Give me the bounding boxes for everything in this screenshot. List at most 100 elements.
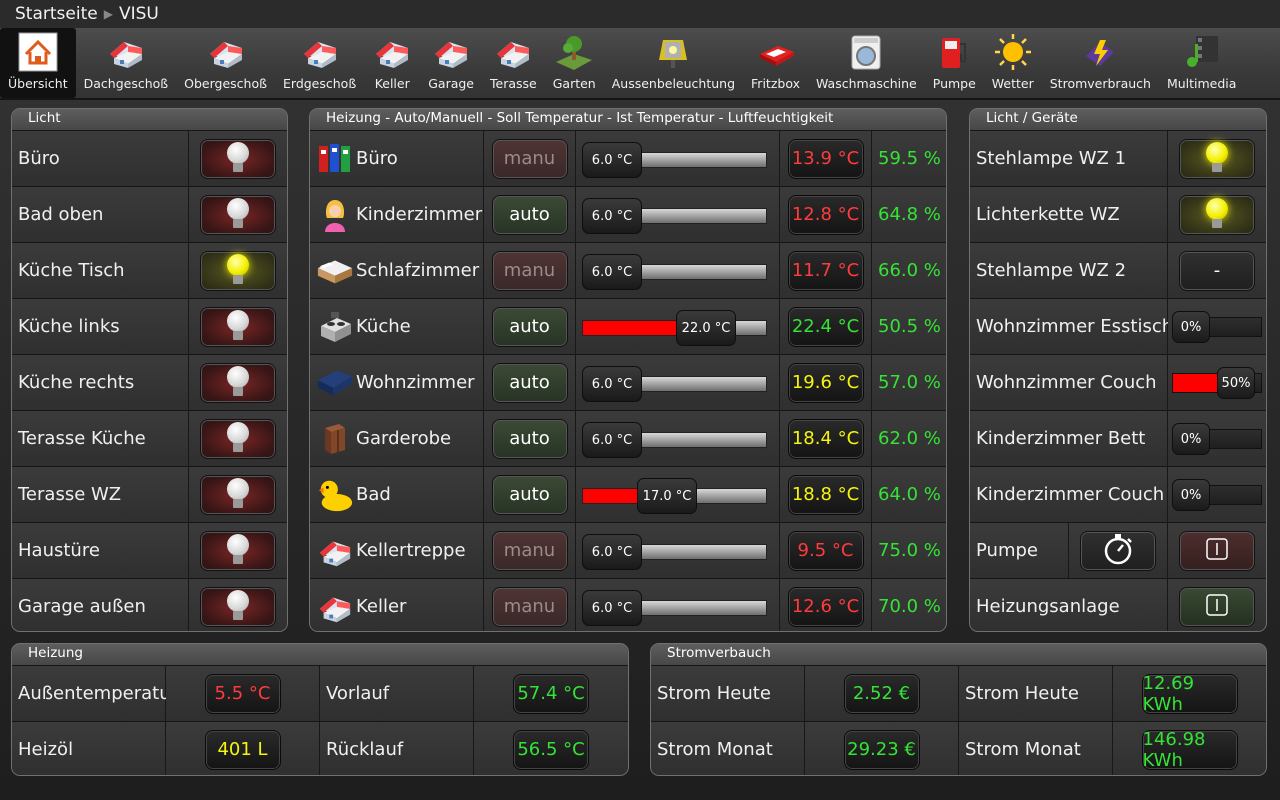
setpoint-slider[interactable]: 17.0 °C — [582, 478, 767, 514]
light-toggle-button[interactable] — [200, 474, 276, 515]
heating-mode-button[interactable]: auto — [491, 418, 568, 459]
pumpe-power-button[interactable] — [1179, 530, 1255, 571]
nav-item-label: Terasse — [490, 76, 537, 91]
bed-icon — [316, 253, 354, 289]
room-name: Keller — [356, 596, 407, 617]
licht-label: Haustüre — [18, 540, 100, 561]
heating-mode-button[interactable]: manu — [491, 586, 568, 627]
nav-item-garage[interactable]: Garage — [420, 28, 482, 98]
nav-item-übersicht[interactable]: Übersicht — [0, 28, 76, 98]
nav-item-label: Wetter — [991, 76, 1034, 91]
setpoint-slider-handle[interactable]: 22.0 °C — [676, 310, 736, 346]
power-switch-icon — [1205, 537, 1229, 565]
light-toggle-button[interactable] — [200, 362, 276, 403]
actual-temperature: 22.4 °C — [787, 306, 864, 347]
actual-temperature: 12.6 °C — [787, 586, 864, 627]
dimmer-slider-handle[interactable]: 0% — [1172, 311, 1210, 343]
setpoint-slider-handle[interactable]: 6.0 °C — [582, 366, 642, 402]
setpoint-slider-handle[interactable]: 6.0 °C — [582, 590, 642, 626]
setpoint-slider[interactable]: 6.0 °C — [582, 422, 767, 458]
heizung-room-row: Küche auto 22.0 °C 22.4 °C 50.5 % — [310, 298, 946, 354]
setpoint-slider[interactable]: 6.0 °C — [582, 590, 767, 626]
heating-mode-button[interactable]: auto — [491, 194, 568, 235]
nav-item-erdgeschoß[interactable]: Erdgeschoß — [275, 28, 364, 98]
dimmer-slider-handle[interactable]: 0% — [1172, 479, 1210, 511]
setpoint-slider-handle[interactable]: 6.0 °C — [582, 198, 642, 234]
nav-item-dachgeschoß[interactable]: Dachgeschoß — [76, 28, 177, 98]
light-bulb-icon — [224, 141, 252, 176]
light-toggle-button[interactable] — [200, 194, 276, 235]
heating-mode-button[interactable]: manu — [491, 530, 568, 571]
nav-item-label: Übersicht — [8, 76, 68, 91]
setpoint-slider[interactable]: 22.0 °C — [582, 310, 767, 346]
nav-item-stromverbrauch[interactable]: Stromverbrauch — [1042, 28, 1159, 98]
light-toggle-button[interactable] — [200, 250, 276, 291]
pumpe-timer-button[interactable] — [1080, 530, 1156, 571]
device-toggle-button[interactable] — [1179, 194, 1255, 235]
dimmer-slider[interactable]: 0% — [1172, 479, 1262, 511]
child-icon — [316, 197, 354, 233]
heating-mode-button[interactable]: manu — [491, 250, 568, 291]
light-toggle-button[interactable] — [200, 530, 276, 571]
dimmer-label: Kinderzimmer Couch — [976, 484, 1165, 505]
strom-panel-title: Stromverbauch — [651, 644, 1266, 665]
nav-item-wetter[interactable]: Wetter — [984, 28, 1042, 98]
nav-item-terasse[interactable]: Terasse — [482, 28, 545, 98]
setpoint-slider[interactable]: 6.0 °C — [582, 366, 767, 402]
nav-item-aussenbeleuchtung[interactable]: Aussenbeleuchtung — [604, 28, 743, 98]
nav-item-multimedia[interactable]: Multimedia — [1159, 28, 1245, 98]
setpoint-slider-handle[interactable]: 6.0 °C — [582, 534, 642, 570]
setpoint-slider-handle[interactable]: 6.0 °C — [582, 422, 642, 458]
setpoint-slider-handle[interactable]: 6.0 °C — [582, 254, 642, 290]
strom-row: Strom Monat 29.23 € Strom Monat 146.98 KWh — [651, 721, 1266, 775]
dimmer-slider[interactable]: 50% — [1172, 367, 1262, 399]
light-toggle-button[interactable] — [200, 306, 276, 347]
nav-item-waschmaschine[interactable]: Waschmaschine — [808, 28, 925, 98]
nav-item-label: Multimedia — [1166, 76, 1237, 91]
room-name: Kinderzimmer — [356, 204, 483, 225]
heizungsanlage-power-button[interactable] — [1179, 586, 1255, 627]
heizung-value: 56.5 °C — [513, 729, 589, 770]
room-name: Kellertreppe — [356, 540, 466, 561]
geraete-panel: Licht / Geräte Stehlampe WZ 1 Lichterkett… — [969, 108, 1267, 632]
multimedia-icon — [1182, 32, 1222, 72]
nav-item-label: Pumpe — [932, 76, 976, 91]
heating-mode-button[interactable]: auto — [491, 362, 568, 403]
setpoint-slider-track[interactable] — [582, 320, 767, 336]
setpoint-slider[interactable]: 6.0 °C — [582, 534, 767, 570]
device-toggle-button[interactable]: - — [1179, 250, 1255, 291]
device-label: Stehlampe WZ 1 — [976, 148, 1127, 169]
heating-mode-button[interactable]: manu — [491, 138, 568, 179]
nav-item-fritzbox[interactable]: Fritzbox — [743, 28, 808, 98]
light-toggle-button[interactable] — [200, 586, 276, 627]
nav-item-keller[interactable]: Keller — [364, 28, 420, 98]
heating-mode-button[interactable]: auto — [491, 306, 568, 347]
nav-item-garten[interactable]: Garten — [545, 28, 604, 98]
dimmer-slider[interactable]: 0% — [1172, 311, 1262, 343]
licht-row: Terasse Küche — [12, 410, 287, 466]
device-toggle-button[interactable] — [1179, 138, 1255, 179]
heating-mode-button[interactable]: auto — [491, 474, 568, 515]
licht-label: Küche rechts — [18, 372, 135, 393]
heizung-panel-title: Heizung — [12, 644, 628, 665]
actual-temperature: 18.8 °C — [787, 474, 864, 515]
breadcrumb-home[interactable]: Startseite — [15, 4, 98, 24]
nav-item-pumpe[interactable]: Pumpe — [925, 28, 984, 98]
router-icon — [756, 32, 796, 72]
setpoint-slider[interactable]: 6.0 °C — [582, 198, 767, 234]
dimmer-label: Wohnzimmer Couch — [976, 372, 1157, 393]
setpoint-slider-handle[interactable]: 6.0 °C — [582, 142, 642, 178]
setpoint-slider[interactable]: 6.0 °C — [582, 142, 767, 178]
strom-row: Strom Heute 2.52 € Strom Heute 12.69 KWh — [651, 665, 1266, 721]
actual-temperature: 19.6 °C — [787, 362, 864, 403]
dimmer-slider-handle[interactable]: 0% — [1172, 423, 1210, 455]
heizung-room-row: Bad auto 17.0 °C 18.8 °C 64.0 % — [310, 466, 946, 522]
dimmer-slider[interactable]: 0% — [1172, 423, 1262, 455]
setpoint-slider[interactable]: 6.0 °C — [582, 254, 767, 290]
geraete-row: Stehlampe WZ 2 - — [970, 242, 1266, 298]
light-toggle-button[interactable] — [200, 138, 276, 179]
light-toggle-button[interactable] — [200, 418, 276, 459]
setpoint-slider-handle[interactable]: 17.0 °C — [637, 478, 697, 514]
dimmer-slider-handle[interactable]: 50% — [1217, 367, 1255, 399]
nav-item-obergeschoß[interactable]: Obergeschoß — [176, 28, 275, 98]
